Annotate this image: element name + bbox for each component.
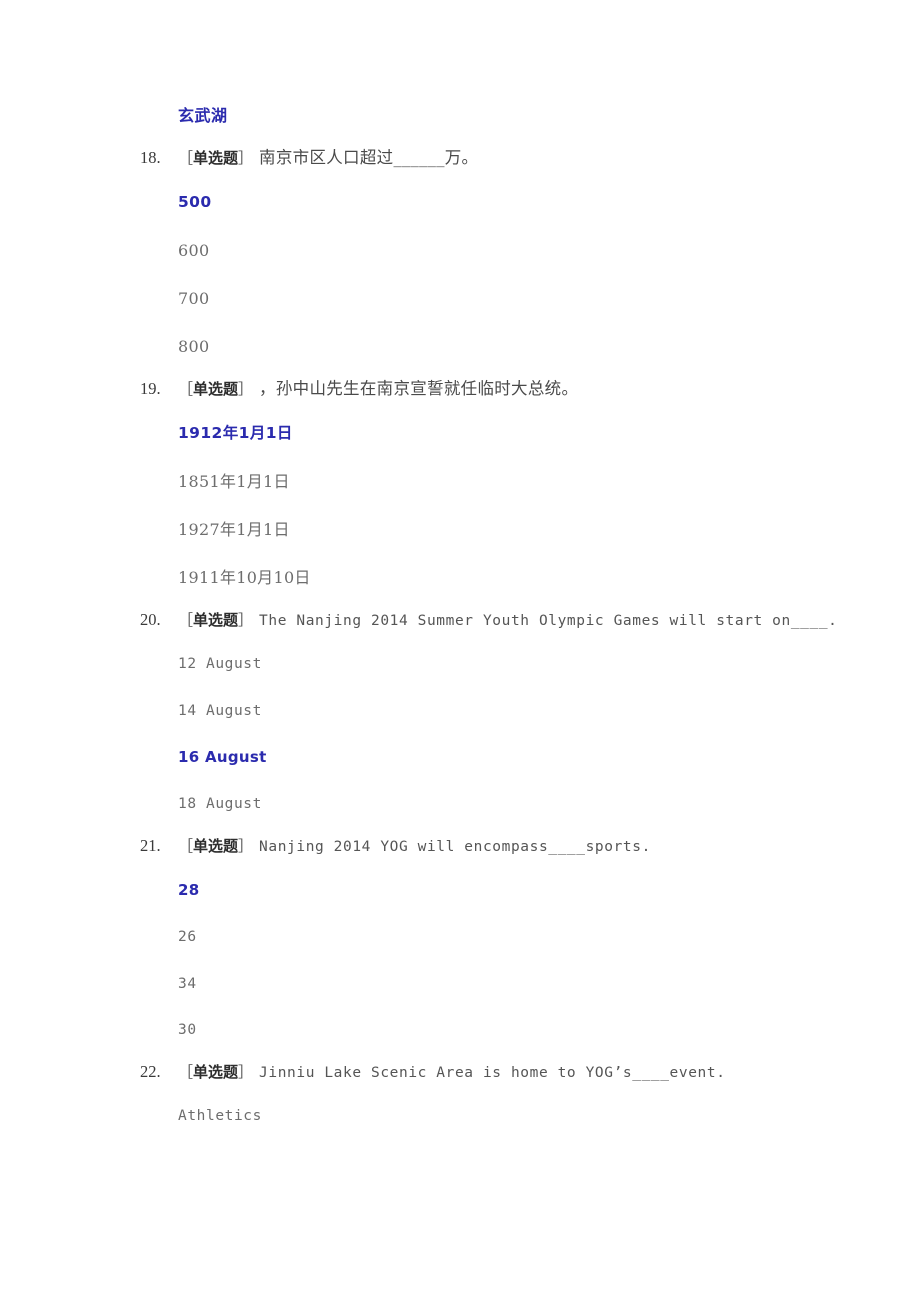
question-text: Nanjing 2014 YOG will encompass____sport… bbox=[259, 838, 651, 855]
question-type-badge: ［单选题］ bbox=[178, 610, 253, 630]
option-selected[interactable]: 500 bbox=[0, 195, 920, 211]
bracket-close: ］ bbox=[238, 149, 254, 167]
question-type-badge: ［单选题］ bbox=[178, 148, 253, 168]
question-type-badge: ［单选题］ bbox=[178, 1062, 253, 1082]
option-list: Athletics bbox=[0, 1109, 920, 1124]
question-type-badge: ［单选题］ bbox=[178, 836, 253, 856]
orphan-option-xuanwu-lake[interactable]: 玄武湖 bbox=[178, 108, 920, 124]
question-stem: 18. ［单选题］ 南京市区人口超过______万。 bbox=[0, 147, 920, 169]
bracket-close: ］ bbox=[238, 1062, 254, 1081]
bracket-close: ］ bbox=[238, 379, 254, 398]
option-item[interactable]: 12 August bbox=[0, 657, 920, 672]
option-item[interactable]: Athletics bbox=[0, 1109, 920, 1124]
question-block: 20. ［单选题］ The Nanjing 2014 Summer Youth Ol… bbox=[0, 609, 920, 812]
question-number: 20. bbox=[140, 609, 161, 629]
question-text: ，孙中山先生在南京宣誓就任临时大总统。 bbox=[259, 378, 579, 398]
question-block: 18. ［单选题］ 南京市区人口超过______万。 500 600 700 800 bbox=[0, 147, 920, 355]
option-selected[interactable]: 28 bbox=[0, 883, 920, 898]
bracket-open: ［ bbox=[178, 1062, 194, 1081]
option-list: 1912年1月1日 1851年1月1日 1927年1月1日 1911年10月10日 bbox=[0, 426, 920, 586]
option-list: 28 26 34 30 bbox=[0, 883, 920, 1038]
question-stem: 22. ［单选题］ Jinniu Lake Scenic Area is home … bbox=[0, 1061, 920, 1084]
option-list: 500 600 700 800 bbox=[0, 195, 920, 355]
question-text: The Nanjing 2014 Summer Youth Olympic Ga… bbox=[259, 612, 838, 629]
document-page: 玄武湖 18. ［单选题］ 南京市区人口超过______万。 500 600 700 800… bbox=[0, 0, 920, 1302]
question-stem: 21. ［单选题］ Nanjing 2014 YOG will encompass_… bbox=[0, 835, 920, 858]
question-stem: 20. ［单选题］ The Nanjing 2014 Summer Youth Ol… bbox=[0, 609, 920, 632]
question-number: 18. bbox=[140, 148, 161, 167]
question-number: 22. bbox=[140, 1061, 161, 1081]
option-item[interactable]: 14 August bbox=[0, 704, 920, 719]
option-item[interactable]: 700 bbox=[0, 290, 920, 307]
question-text: 南京市区人口超过______万。 bbox=[259, 148, 479, 167]
option-item[interactable]: 18 August bbox=[0, 797, 920, 812]
question-number: 21. bbox=[140, 835, 161, 855]
bracket-open: ［ bbox=[178, 379, 194, 398]
question-type-text: 单选题 bbox=[193, 149, 239, 167]
question-list: 18. ［单选题］ 南京市区人口超过______万。 500 600 700 800 19. ［… bbox=[0, 147, 920, 1124]
question-type-text: 单选题 bbox=[193, 836, 239, 855]
option-item[interactable]: 1927年1月1日 bbox=[0, 521, 920, 538]
option-item[interactable]: 34 bbox=[0, 977, 920, 992]
bracket-open: ［ bbox=[178, 610, 194, 629]
question-block: 21. ［单选题］ Nanjing 2014 YOG will encompass_… bbox=[0, 835, 920, 1038]
bracket-open: ［ bbox=[178, 836, 194, 855]
option-selected[interactable]: 16 August bbox=[0, 750, 920, 765]
option-item[interactable]: 1851年1月1日 bbox=[0, 473, 920, 490]
option-selected[interactable]: 1912年1月1日 bbox=[0, 426, 920, 442]
question-number: 19. bbox=[140, 378, 161, 398]
option-list: 12 August 14 August 16 August 18 August bbox=[0, 657, 920, 812]
question-stem: 19. ［单选题］ ，孙中山先生在南京宣誓就任临时大总统。 bbox=[0, 378, 920, 400]
bracket-open: ［ bbox=[178, 149, 194, 167]
bracket-close: ］ bbox=[238, 610, 254, 629]
option-item[interactable]: 800 bbox=[0, 338, 920, 355]
question-block: 22. ［单选题］ Jinniu Lake Scenic Area is home … bbox=[0, 1061, 920, 1124]
option-item[interactable]: 600 bbox=[0, 242, 920, 259]
question-type-badge: ［单选题］ bbox=[178, 379, 253, 399]
bracket-close: ］ bbox=[238, 836, 254, 855]
option-item[interactable]: 1911年10月10日 bbox=[0, 569, 920, 586]
option-item[interactable]: 26 bbox=[0, 930, 920, 945]
question-type-text: 单选题 bbox=[193, 1062, 239, 1081]
question-type-text: 单选题 bbox=[193, 379, 239, 398]
question-type-text: 单选题 bbox=[193, 610, 239, 629]
option-item[interactable]: 30 bbox=[0, 1023, 920, 1038]
question-block: 19. ［单选题］ ，孙中山先生在南京宣誓就任临时大总统。 1912年1月1日 1851… bbox=[0, 378, 920, 586]
question-text: Jinniu Lake Scenic Area is home to YOG’s… bbox=[259, 1064, 726, 1081]
